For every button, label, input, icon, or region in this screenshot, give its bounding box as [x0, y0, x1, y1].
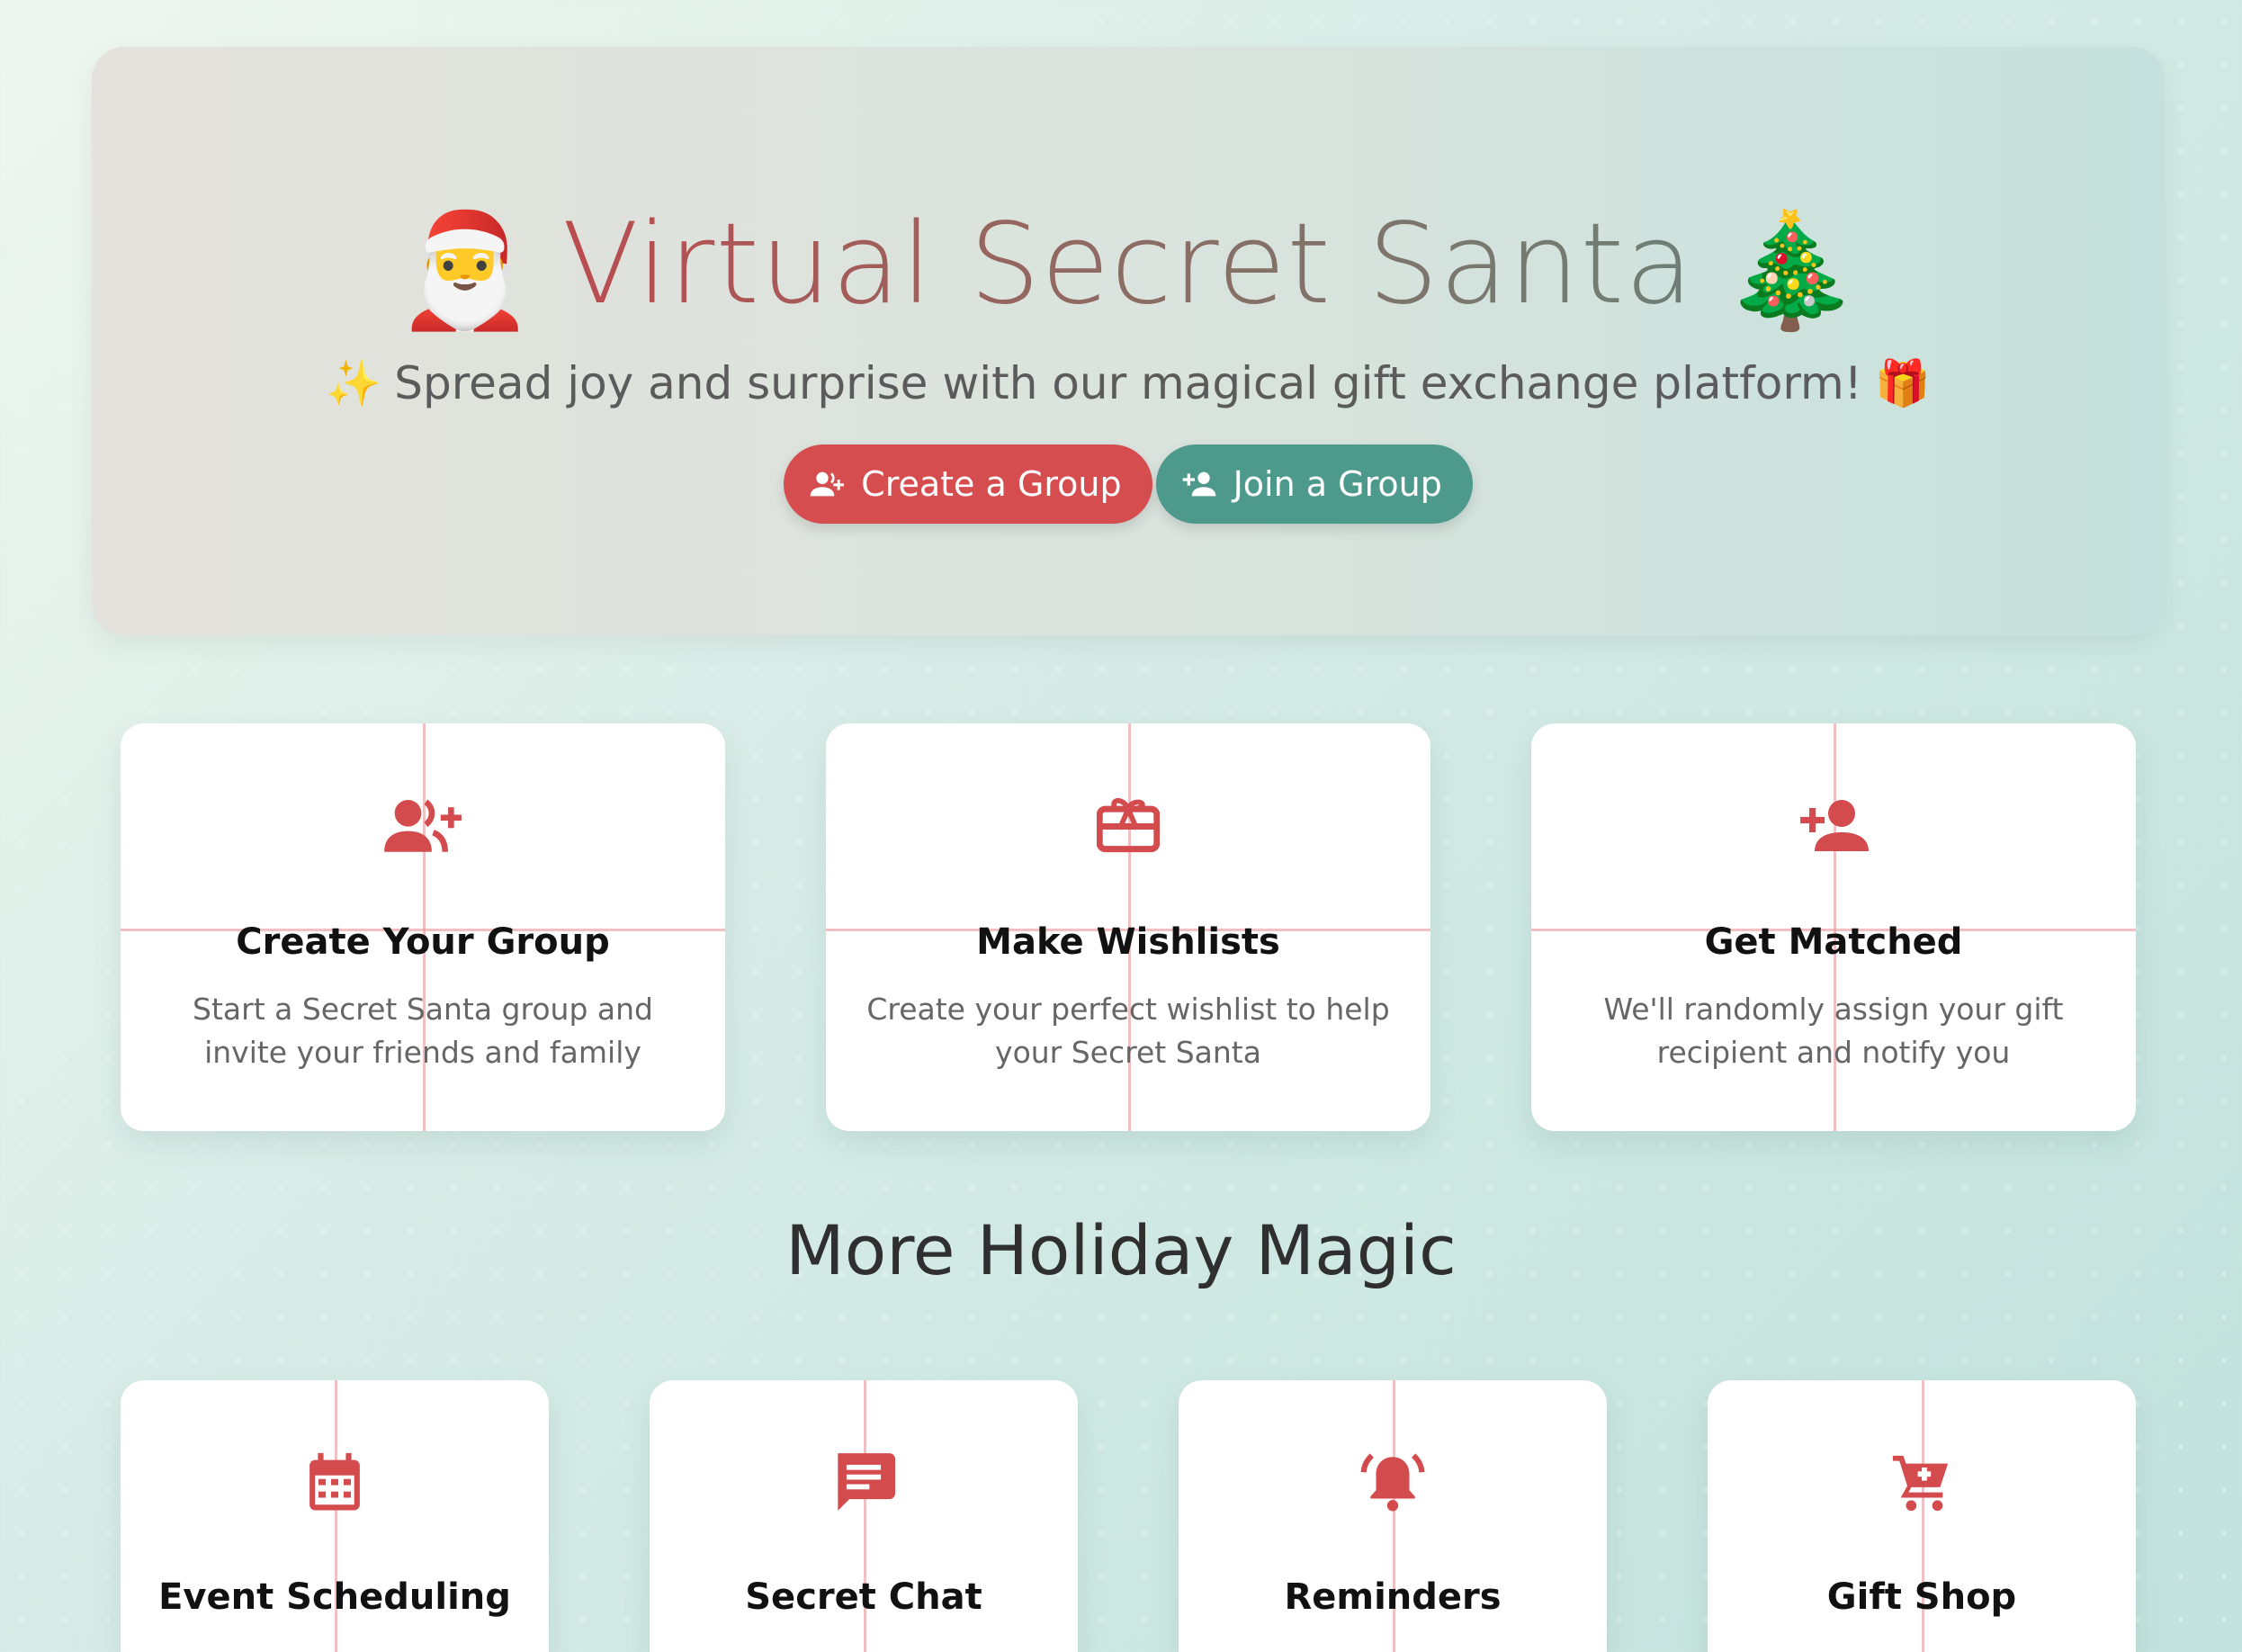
- gift-card-icon: [1097, 794, 1160, 853]
- step-card-get-matched: Get Matched We'll randomly assign your g…: [1531, 723, 2136, 1131]
- feature-title: Secret Chat: [745, 1576, 982, 1618]
- step-title: Make Wishlists: [976, 921, 1280, 963]
- hero-subtitle-text: Spread joy and surprise with our magical…: [394, 357, 1862, 409]
- section-title: More Holiday Magic: [785, 1210, 1457, 1290]
- hero-banner: 🎅 Virtual Secret Santa 🎄 ✨ Spread joy and s…: [92, 47, 2165, 635]
- user-plus-icon: [810, 471, 845, 496]
- page-title-text: Virtual Secret Santa: [561, 200, 1695, 329]
- feature-title: Event Scheduling: [158, 1576, 511, 1618]
- step-title: Get Matched: [1704, 921, 1963, 963]
- feature-card-secret-chat[interactable]: Secret Chat: [650, 1380, 1078, 1652]
- step-description: Create your perfect wishlist to help you…: [866, 992, 1390, 1070]
- feature-card-event-scheduling[interactable]: Event Scheduling: [121, 1380, 549, 1652]
- tree-emoji: 🎄: [1721, 206, 1861, 337]
- chat-icon: [832, 1450, 895, 1513]
- step-card-create-group: Create Your Group Start a Secret Santa g…: [121, 723, 725, 1131]
- bell-ring-icon: [1359, 1449, 1426, 1515]
- calendar-icon: [307, 1452, 363, 1515]
- step-description: We'll randomly assign your gift recipien…: [1603, 992, 2064, 1070]
- join-group-label: Join a Group: [1233, 464, 1442, 504]
- gift-emoji: 🎁: [1874, 357, 1932, 409]
- feature-title: Reminders: [1284, 1576, 1502, 1618]
- sparkles-emoji: ✨: [325, 357, 382, 409]
- step-title: Create Your Group: [236, 921, 610, 963]
- hero-actions: Create a Group Join a Group: [92, 444, 2165, 524]
- santa-emoji: 🎅: [395, 206, 535, 337]
- step-card-wishlists: Make Wishlists Create your perfect wishl…: [826, 723, 1430, 1131]
- page-title: 🎅 Virtual Secret Santa 🎄: [92, 198, 2165, 338]
- feature-card-gift-shop[interactable]: Gift Shop: [1708, 1380, 2136, 1652]
- person-add-icon: [1182, 471, 1215, 496]
- cart-icon: [1889, 1450, 1954, 1513]
- hero-subtitle: ✨ Spread joy and surprise with our magica…: [92, 357, 2165, 410]
- step-description: Start a Secret Santa group and invite yo…: [193, 992, 653, 1070]
- person-add-icon: [1798, 797, 1870, 851]
- create-group-button[interactable]: Create a Group: [784, 444, 1152, 524]
- feature-title: Gift Shop: [1826, 1576, 2017, 1618]
- user-plus-icon: [384, 795, 462, 855]
- create-group-label: Create a Group: [861, 464, 1122, 504]
- feature-card-reminders[interactable]: Reminders: [1179, 1380, 1607, 1652]
- join-group-button[interactable]: Join a Group: [1155, 444, 1473, 524]
